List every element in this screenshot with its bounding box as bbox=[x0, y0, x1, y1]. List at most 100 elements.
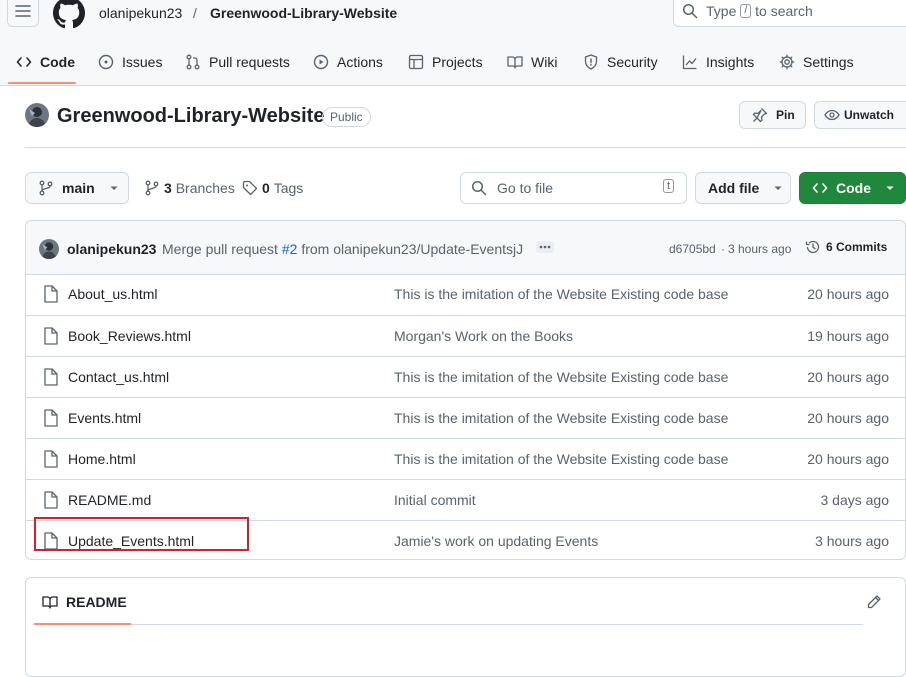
caret-down-icon bbox=[774, 186, 782, 190]
tab-label: Issues bbox=[122, 54, 163, 70]
file-browser: olanipekun23 Merge pull request #2 from … bbox=[25, 220, 906, 560]
tab-security[interactable]: Security bbox=[583, 44, 658, 80]
ellipsis-icon bbox=[539, 245, 551, 249]
book-icon bbox=[507, 56, 523, 69]
code-button[interactable]: Code bbox=[799, 172, 906, 204]
file-commit-message[interactable]: This is the imitation of the Website Exi… bbox=[394, 451, 728, 467]
commits-history-link[interactable]: 6 Commits bbox=[805, 239, 887, 255]
commit-message[interactable]: Merge pull request #2 from olanipekun23/… bbox=[162, 241, 523, 257]
latest-commit-bar: olanipekun23 Merge pull request #2 from … bbox=[26, 221, 905, 275]
commit-sha[interactable]: d6705bd bbox=[669, 242, 716, 256]
branch-icon bbox=[39, 180, 53, 196]
file-commit-message[interactable]: This is the imitation of the Website Exi… bbox=[394, 369, 728, 385]
pin-button[interactable]: Pin bbox=[739, 101, 806, 129]
history-icon bbox=[805, 240, 820, 254]
file-name[interactable]: Home.html bbox=[68, 451, 136, 467]
tags-link[interactable]: 0 Tags bbox=[242, 180, 303, 196]
branch-selector[interactable]: main bbox=[25, 172, 129, 204]
file-commit-message[interactable]: Initial commit bbox=[394, 492, 476, 508]
commit-dot: · bbox=[721, 242, 725, 256]
code-icon bbox=[16, 57, 32, 67]
branches-label: Branches bbox=[175, 180, 235, 196]
file-name[interactable]: Contact_us.html bbox=[68, 369, 169, 385]
file-name[interactable]: Book_Reviews.html bbox=[68, 328, 191, 344]
shield-icon bbox=[584, 54, 598, 70]
breadcrumb-owner[interactable]: olanipekun23 bbox=[99, 5, 182, 21]
file-row[interactable]: Home.html This is the imitation of the W… bbox=[26, 438, 905, 479]
search-placeholder-after: to search bbox=[755, 3, 813, 19]
breadcrumb-repo[interactable]: Greenwood-Library-Website bbox=[210, 5, 397, 21]
highlight-box bbox=[34, 517, 249, 551]
breadcrumb-separator: / bbox=[193, 5, 197, 21]
book-icon bbox=[42, 596, 58, 609]
tab-pull-requests[interactable]: Pull requests bbox=[185, 44, 290, 80]
branches-link[interactable]: 3 Branches bbox=[144, 180, 235, 196]
pull-request-icon bbox=[186, 54, 200, 70]
commit-time: 3 hours ago bbox=[728, 242, 792, 256]
table-icon bbox=[408, 54, 424, 70]
repo-title[interactable]: Greenwood-Library-Website bbox=[57, 105, 324, 128]
readme-panel: README bbox=[25, 577, 906, 677]
file-row[interactable]: Contact_us.html This is the imitation of… bbox=[26, 356, 905, 397]
file-name[interactable]: About_us.html bbox=[68, 286, 158, 302]
readme-tab-indicator bbox=[34, 623, 131, 625]
file-date: 20 hours ago bbox=[807, 286, 889, 302]
pr-link[interactable]: #2 bbox=[282, 241, 298, 257]
readme-tab[interactable]: README bbox=[42, 594, 127, 610]
gear-icon bbox=[779, 54, 795, 70]
file-date: 20 hours ago bbox=[807, 369, 889, 385]
edit-readme-button[interactable] bbox=[866, 594, 882, 610]
tab-label: Code bbox=[40, 54, 75, 70]
file-name[interactable]: Events.html bbox=[68, 410, 141, 426]
github-logo-icon[interactable] bbox=[53, 0, 85, 29]
unwatch-button[interactable]: Unwatch bbox=[814, 101, 906, 129]
commit-author[interactable]: olanipekun23 bbox=[67, 241, 156, 257]
branches-count: 3 bbox=[164, 180, 172, 196]
file-commit-message[interactable]: Jamie's work on updating Events bbox=[394, 533, 598, 549]
add-file-button[interactable]: Add file bbox=[695, 172, 791, 204]
file-name[interactable]: README.md bbox=[68, 492, 151, 508]
tab-projects[interactable]: Projects bbox=[408, 44, 483, 80]
file-commit-message[interactable]: This is the imitation of the Website Exi… bbox=[394, 286, 728, 302]
commit-message-before: Merge pull request bbox=[162, 241, 278, 257]
branch-icon bbox=[145, 180, 159, 196]
owner-avatar[interactable] bbox=[25, 103, 49, 127]
tab-label: Pull requests bbox=[209, 54, 290, 70]
menu-button[interactable] bbox=[7, 0, 39, 27]
file-date: 20 hours ago bbox=[807, 451, 889, 467]
tab-code[interactable]: Code bbox=[16, 44, 75, 80]
tab-label: Settings bbox=[803, 54, 854, 70]
search-input[interactable]: Type / to search bbox=[673, 0, 906, 27]
tab-actions[interactable]: Actions bbox=[313, 44, 383, 80]
tab-settings[interactable]: Settings bbox=[779, 44, 854, 80]
file-row[interactable]: README.md Initial commit 3 days ago bbox=[26, 479, 905, 520]
tab-insights[interactable]: Insights bbox=[682, 44, 754, 80]
expand-commit-button[interactable] bbox=[536, 241, 554, 253]
file-date: 20 hours ago bbox=[807, 410, 889, 426]
go-to-file-input[interactable]: Go to file t bbox=[460, 172, 687, 204]
readme-divider bbox=[34, 624, 863, 625]
file-row[interactable]: Book_Reviews.html Morgan's Work on the B… bbox=[26, 315, 905, 356]
tab-issues[interactable]: Issues bbox=[98, 44, 162, 80]
file-icon bbox=[44, 409, 58, 427]
file-commit-message[interactable]: Morgan's Work on the Books bbox=[394, 328, 573, 344]
tags-count: 0 bbox=[262, 180, 270, 196]
code-button-label: Code bbox=[836, 180, 871, 196]
caret-down-icon bbox=[886, 186, 894, 190]
file-icon bbox=[44, 491, 58, 509]
readme-tab-label: README bbox=[66, 594, 127, 610]
tab-label: Insights bbox=[706, 54, 755, 70]
search-icon bbox=[471, 180, 487, 196]
search-icon bbox=[682, 3, 698, 19]
file-commit-message[interactable]: This is the imitation of the Website Exi… bbox=[394, 410, 728, 426]
file-icon bbox=[44, 327, 58, 345]
commit-author-avatar[interactable] bbox=[39, 239, 59, 259]
file-date: 3 days ago bbox=[820, 492, 890, 508]
play-icon bbox=[313, 54, 329, 70]
tab-wiki[interactable]: Wiki bbox=[507, 44, 557, 80]
file-row[interactable]: Events.html This is the imitation of the… bbox=[26, 397, 905, 438]
file-row[interactable]: About_us.html This is the imitation of t… bbox=[26, 274, 905, 315]
tab-selected-indicator bbox=[8, 82, 76, 84]
commit-message-after: from olanipekun23/Update-EventsjJ bbox=[301, 241, 524, 257]
pin-icon bbox=[752, 108, 768, 123]
